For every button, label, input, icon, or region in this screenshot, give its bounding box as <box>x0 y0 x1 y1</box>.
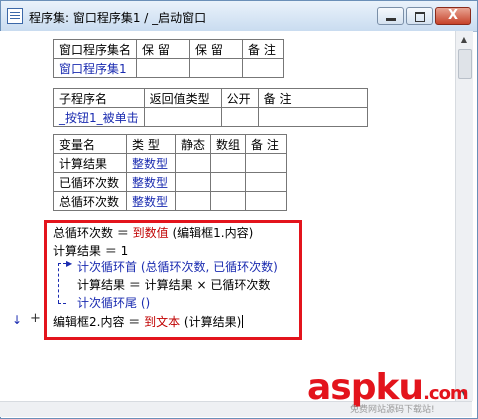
variable-type-cell[interactable]: 整数型 <box>126 191 176 211</box>
table-cell[interactable] <box>245 191 288 211</box>
table-header-row: 变量名 类 型 静态 数组 备 注 <box>53 134 288 154</box>
watermark-caption: 免费网站源码下载站! <box>350 405 435 415</box>
table-header-row: 子程序名 返回值类型 公开 备 注 <box>53 88 368 108</box>
loop-flow-line <box>58 263 66 264</box>
text-cursor <box>242 315 244 328</box>
table-row: _按钮1_被单击 <box>53 107 368 127</box>
code-text: 编辑框2.内容 ＝ <box>53 315 145 329</box>
window-title: 程序集: 窗口程序集1 / _启动窗口 <box>29 11 207 25</box>
table-row: 已循环次数 整数型 <box>53 172 288 192</box>
code-line-3[interactable]: 计次循环首 (总循环次数, 已循环次数) <box>77 258 278 275</box>
scroll-up-icon[interactable]: ▲ <box>457 32 471 47</box>
table-row: 总循环次数 整数型 <box>53 191 288 211</box>
table-cell[interactable] <box>174 172 212 192</box>
code-text: 总循环次数 ＝ <box>53 226 133 240</box>
table-cell[interactable] <box>210 172 247 192</box>
assembly-name-cell[interactable]: 窗口程序集1 <box>52 58 138 78</box>
subroutine-name-cell[interactable]: _按钮1_被单击 <box>53 107 145 127</box>
variable-name-cell[interactable]: 总循环次数 <box>53 191 127 211</box>
maximize-button[interactable] <box>406 7 433 25</box>
variable-table: 变量名 类 型 静态 数组 备 注 计算结果 整数型 已循环次数 整数型 总循环… <box>53 134 288 211</box>
function-keyword: 到文本 <box>144 315 181 329</box>
table-cell[interactable] <box>257 107 368 127</box>
table-row: 窗口程序集1 <box>52 58 285 78</box>
loop-arrow-icon: ▶ <box>66 259 73 268</box>
loop-flow-line <box>58 303 66 304</box>
table-cell[interactable] <box>210 153 247 173</box>
variable-type-cell[interactable]: 整数型 <box>126 153 176 173</box>
table-cell[interactable] <box>245 172 288 192</box>
code-editor[interactable] <box>0 31 455 401</box>
expand-plus-icon[interactable]: + <box>30 311 41 326</box>
table-header-cell: 静态 <box>174 134 212 154</box>
table-cell[interactable] <box>174 191 212 211</box>
code-line-1[interactable]: 总循环次数 ＝ 到数值 (编辑框1.内容) <box>53 224 253 241</box>
table-cell[interactable] <box>136 58 191 78</box>
code-text: (计算结果) <box>180 315 242 329</box>
variable-type-cell[interactable]: 整数型 <box>126 172 176 192</box>
code-line-4[interactable]: 计算结果 ＝ 计算结果 × 已循环次数 <box>77 276 270 293</box>
minimize-button[interactable] <box>377 7 404 25</box>
title-bar[interactable]: 程序集: 窗口程序集1 / _启动窗口 X <box>1 1 477 32</box>
assembly-table: 窗口程序集名 保 留 保 留 备 注 窗口程序集1 <box>52 39 285 78</box>
function-keyword: 到数值 <box>132 226 169 240</box>
code-line-5[interactable]: 计次循环尾 () <box>77 294 150 311</box>
table-header-cell: 返回值类型 <box>143 88 222 108</box>
table-cell[interactable] <box>220 107 259 127</box>
code-text: (编辑框1.内容) <box>168 226 254 240</box>
table-cell[interactable] <box>174 153 212 173</box>
minimize-icon <box>386 18 396 21</box>
table-header-cell: 变量名 <box>53 134 127 154</box>
table-header-cell: 子程序名 <box>53 88 145 108</box>
table-header-cell: 备 注 <box>257 88 368 108</box>
subroutine-table: 子程序名 返回值类型 公开 备 注 _按钮1_被单击 <box>53 88 368 127</box>
table-header-cell: 数组 <box>210 134 247 154</box>
code-line-6[interactable]: 编辑框2.内容 ＝ 到文本 (计算结果) <box>53 313 244 330</box>
close-button[interactable]: X <box>435 7 471 25</box>
table-header-cell: 备 注 <box>242 39 285 59</box>
table-header-cell: 公开 <box>220 88 259 108</box>
variable-name-cell[interactable]: 已循环次数 <box>53 172 127 192</box>
close-icon: X <box>447 8 459 23</box>
table-header-row: 窗口程序集名 保 留 保 留 备 注 <box>52 39 285 59</box>
current-line-arrow-icon: ↓ <box>12 313 23 327</box>
vertical-scrollbar[interactable]: ▲ ▼ <box>455 31 473 401</box>
loop-flow-line <box>58 263 59 303</box>
table-row: 计算结果 整数型 <box>53 153 288 173</box>
table-cell[interactable] <box>242 58 285 78</box>
table-cell[interactable] <box>143 107 222 127</box>
table-cell[interactable] <box>210 191 247 211</box>
table-header-cell: 类 型 <box>126 134 176 154</box>
table-header-cell: 窗口程序集名 <box>52 39 138 59</box>
maximize-icon <box>415 12 425 22</box>
table-header-cell: 保 留 <box>136 39 191 59</box>
table-cell[interactable] <box>189 58 244 78</box>
scroll-thumb[interactable] <box>458 49 472 79</box>
table-cell[interactable] <box>245 153 288 173</box>
table-header-cell: 备 注 <box>245 134 288 154</box>
table-header-cell: 保 留 <box>189 39 244 59</box>
code-line-2[interactable]: 计算结果 ＝ 1 <box>53 242 128 259</box>
app-icon <box>7 8 23 24</box>
variable-name-cell[interactable]: 计算结果 <box>53 153 127 173</box>
